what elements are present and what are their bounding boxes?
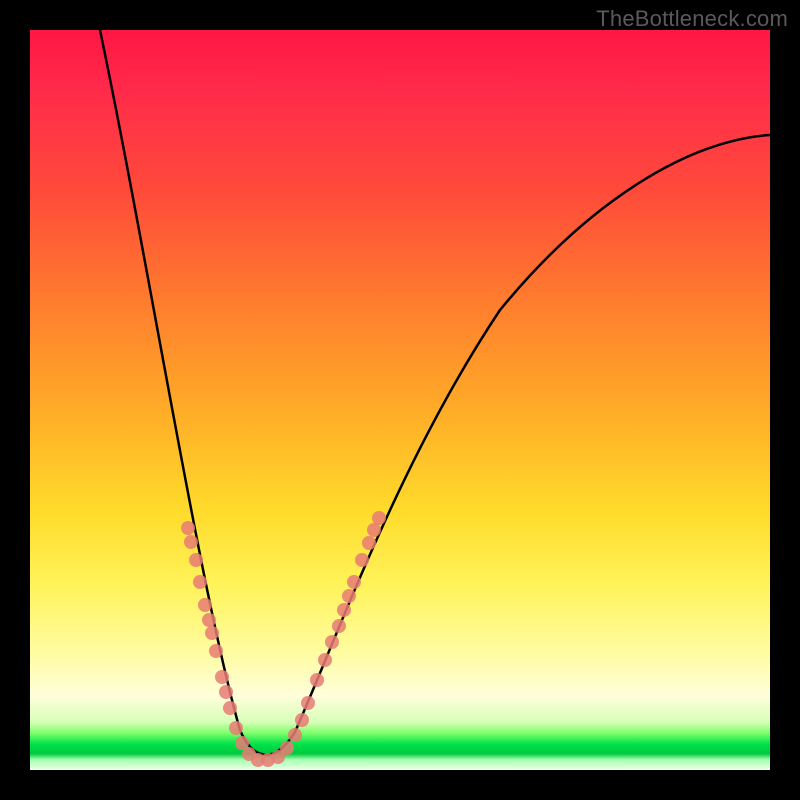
scatter-dot bbox=[219, 685, 233, 699]
scatter-dot bbox=[189, 553, 203, 567]
scatter-dot bbox=[337, 603, 351, 617]
scatter-dot bbox=[301, 696, 315, 710]
scatter-dot bbox=[332, 619, 346, 633]
watermark-text: TheBottleneck.com bbox=[596, 6, 788, 32]
scatter-dot bbox=[325, 635, 339, 649]
scatter-dot bbox=[184, 535, 198, 549]
scatter-dot bbox=[367, 523, 381, 537]
scatter-dot bbox=[193, 575, 207, 589]
scatter-dot bbox=[372, 511, 386, 525]
scatter-dot bbox=[181, 521, 195, 535]
scatter-dot bbox=[362, 536, 376, 550]
plot-area bbox=[30, 30, 770, 770]
scatter-group bbox=[181, 511, 386, 767]
scatter-dot bbox=[347, 575, 361, 589]
scatter-dot bbox=[295, 713, 309, 727]
scatter-dot bbox=[215, 670, 229, 684]
scatter-dot bbox=[198, 598, 212, 612]
scatter-dot bbox=[342, 589, 356, 603]
scatter-dot bbox=[223, 701, 237, 715]
scatter-dot bbox=[229, 721, 243, 735]
chart-frame: TheBottleneck.com bbox=[0, 0, 800, 800]
scatter-dot bbox=[355, 553, 369, 567]
bottleneck-curve bbox=[100, 30, 770, 755]
scatter-dot bbox=[288, 728, 302, 742]
scatter-dot bbox=[202, 613, 216, 627]
scatter-dot bbox=[318, 653, 332, 667]
curve-layer bbox=[30, 30, 770, 770]
scatter-dot bbox=[310, 673, 324, 687]
scatter-dot bbox=[280, 741, 294, 755]
scatter-dot bbox=[205, 626, 219, 640]
scatter-dot bbox=[209, 644, 223, 658]
